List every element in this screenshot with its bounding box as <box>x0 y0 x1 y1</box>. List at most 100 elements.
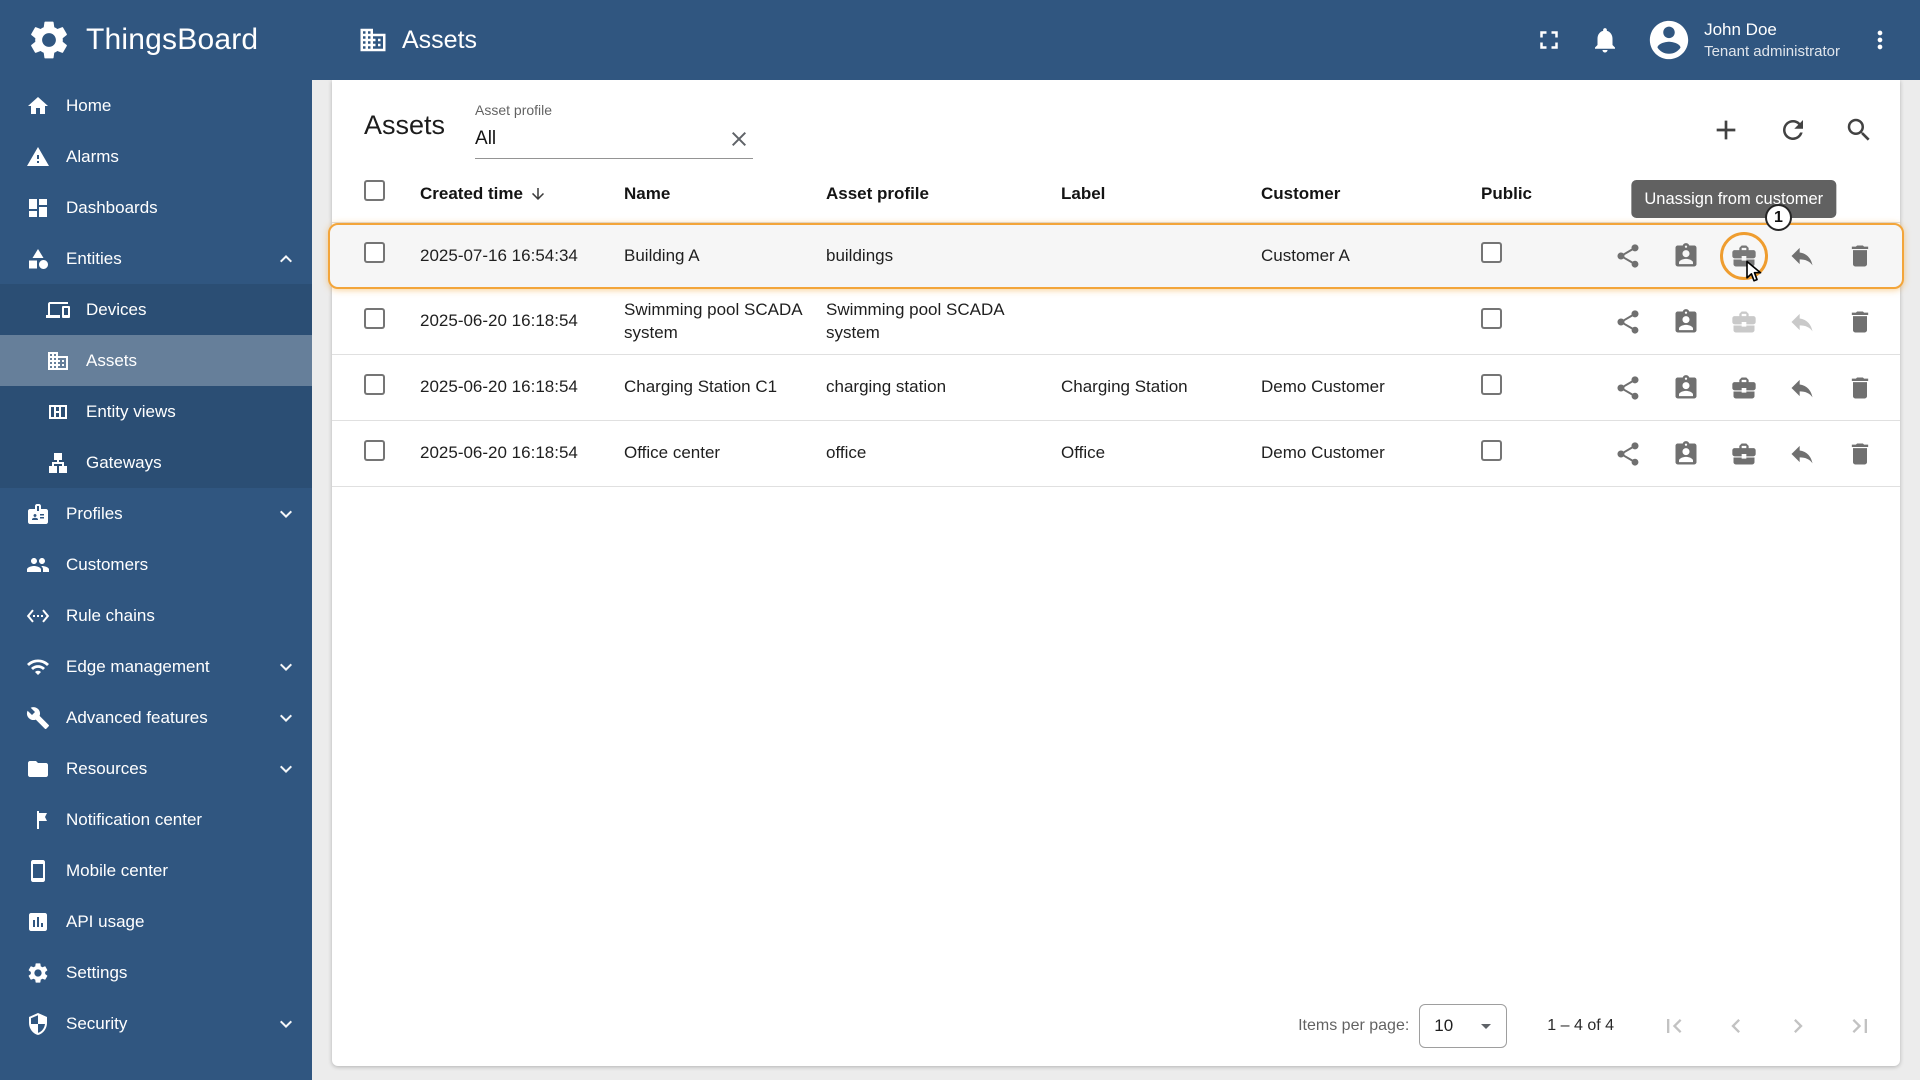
step-badge: 1 <box>1765 204 1792 231</box>
dashboards-icon <box>26 196 50 220</box>
assign-to-customer-button[interactable] <box>1672 308 1700 336</box>
sidebar-item-entity-views[interactable]: Entity views <box>0 386 312 437</box>
unassign-tooltip: Unassign from customer <box>1631 179 1837 218</box>
unassign-from-customer-button[interactable] <box>1730 440 1758 468</box>
reply-icon <box>1788 308 1816 336</box>
select-all-checkbox[interactable] <box>364 179 385 201</box>
next-page-button[interactable] <box>1784 1012 1812 1040</box>
column-header-name[interactable]: Name <box>624 184 826 204</box>
avatar-icon <box>1646 17 1692 63</box>
asset-profile-filter[interactable]: Asset profile All <box>475 102 754 159</box>
sidebar-item-rule-chains[interactable]: Rule chains <box>0 590 312 641</box>
filter-label: Asset profile <box>475 102 553 118</box>
devices-icon <box>46 298 70 322</box>
sidebar-item-mobile-center[interactable]: Mobile center <box>0 845 312 896</box>
sidebar-item-entities[interactable]: Entities <box>0 233 312 284</box>
column-header-asset-profile[interactable]: Asset profile <box>826 184 1061 204</box>
make-private-button[interactable] <box>1788 374 1816 402</box>
share-button[interactable] <box>1614 242 1642 270</box>
refresh-button[interactable] <box>1778 115 1808 145</box>
share-icon <box>1614 374 1642 402</box>
sidebar-item-customers[interactable]: Customers <box>0 539 312 590</box>
add-asset-button[interactable] <box>1710 114 1742 146</box>
sidebar-item-assets[interactable]: Assets <box>0 335 312 386</box>
table-row-building-a[interactable]: 2025-07-16 16:54:34 Building A buildings Cu… <box>328 179 1904 289</box>
public-checkbox[interactable] <box>1481 307 1502 329</box>
cell-label: Charging Station <box>1061 377 1188 397</box>
sidebar-item-label: Alarms <box>66 146 119 166</box>
delete-button[interactable] <box>1846 308 1874 336</box>
profiles-icon <box>26 502 50 526</box>
public-checkbox[interactable] <box>1481 373 1502 395</box>
refresh-icon <box>1778 115 1808 145</box>
user-menu[interactable]: John Doe Tenant administrator <box>1646 17 1840 63</box>
sidebar-item-settings[interactable]: Settings <box>0 947 312 998</box>
sidebar-item-label: Rule chains <box>66 605 155 625</box>
sidebar-item-home[interactable]: Home <box>0 80 312 131</box>
make-private-button[interactable] <box>1788 308 1816 336</box>
delete-icon <box>1846 440 1874 468</box>
case-icon <box>1730 440 1758 468</box>
unassign-from-customer-button[interactable] <box>1730 308 1758 336</box>
case-icon <box>1730 308 1758 336</box>
column-header-label[interactable]: Label <box>1061 184 1261 204</box>
sidebar-item-label: Settings <box>66 962 128 982</box>
public-checkbox[interactable] <box>1481 242 1502 264</box>
assign-to-customer-button[interactable] <box>1672 374 1700 402</box>
sidebar-item-resources[interactable]: Resources <box>0 743 312 794</box>
unassign-from-customer-button[interactable] <box>1730 374 1758 402</box>
prev-page-button[interactable] <box>1722 1012 1750 1040</box>
share-button[interactable] <box>1614 374 1642 402</box>
sidebar-item-label: Advanced features <box>66 707 208 727</box>
sidebar-item-advanced-features[interactable]: Advanced features <box>0 692 312 743</box>
more-menu-button[interactable] <box>1866 26 1894 54</box>
column-header-customer[interactable]: Customer <box>1261 184 1481 204</box>
fullscreen-button[interactable] <box>1534 25 1564 55</box>
first-page-icon <box>1660 1012 1688 1040</box>
column-header-public[interactable]: Public <box>1481 184 1601 204</box>
items-per-page-value: 10 <box>1434 1016 1454 1035</box>
delete-button[interactable] <box>1846 374 1874 402</box>
assign-to-customer-button[interactable] <box>1672 440 1700 468</box>
sidebar-item-profiles[interactable]: Profiles <box>0 488 312 539</box>
sidebar-item-label: Gateways <box>86 452 162 472</box>
sidebar-item-api-usage[interactable]: API usage <box>0 896 312 947</box>
sidebar-item-gateways[interactable]: Gateways <box>0 437 312 488</box>
user-role: Tenant administrator <box>1704 43 1840 60</box>
public-checkbox[interactable] <box>1481 439 1502 461</box>
last-page-button[interactable] <box>1846 1012 1874 1040</box>
row-checkbox[interactable] <box>364 307 385 329</box>
make-private-button[interactable] <box>1788 440 1816 468</box>
assign-to-customer-button[interactable] <box>1672 242 1700 270</box>
sidebar-item-devices[interactable]: Devices <box>0 284 312 335</box>
sidebar-item-label: Security <box>66 1013 128 1033</box>
table-row-office-center[interactable]: 2025-06-20 16:18:54 Office center office Of… <box>332 421 1900 487</box>
items-per-page-select[interactable]: 10 <box>1419 1004 1508 1048</box>
sidebar-item-alarms[interactable]: Alarms <box>0 131 312 182</box>
sidebar-item-security[interactable]: Security <box>0 998 312 1049</box>
table-row-charging-station-c1[interactable]: 2025-06-20 16:18:54 Charging Station C1 ch… <box>332 355 1900 421</box>
delete-button[interactable] <box>1846 242 1874 270</box>
cell-created-time: 2025-06-20 16:18:54 <box>420 443 578 463</box>
arrow-down-icon <box>529 185 547 203</box>
chevron-down-icon <box>274 757 298 781</box>
column-header-created-time[interactable]: Created time <box>420 184 624 204</box>
sidebar-item-edge-management[interactable]: Edge management <box>0 641 312 692</box>
delete-button[interactable] <box>1846 440 1874 468</box>
share-button[interactable] <box>1614 440 1642 468</box>
sidebar-item-dashboards[interactable]: Dashboards <box>0 182 312 233</box>
table-row-swimming-pool-scada-system[interactable]: 2025-06-20 16:18:54 Swimming pool SCADA s… <box>332 289 1900 355</box>
first-page-button[interactable] <box>1660 1012 1688 1040</box>
sidebar-item-notification-center[interactable]: Notification center <box>0 794 312 845</box>
notifications-button[interactable] <box>1590 25 1620 55</box>
clear-filter-button[interactable] <box>727 127 751 151</box>
thingsboard-logo[interactable]: ThingsBoard <box>0 17 312 63</box>
row-checkbox[interactable] <box>364 242 385 264</box>
assign-icon <box>1672 308 1700 336</box>
row-checkbox[interactable] <box>364 439 385 461</box>
search-button[interactable] <box>1844 115 1874 145</box>
cell-created-time: 2025-07-16 16:54:34 <box>420 245 578 265</box>
make-private-button[interactable] <box>1788 242 1816 270</box>
row-checkbox[interactable] <box>364 373 385 395</box>
share-button[interactable] <box>1614 308 1642 336</box>
